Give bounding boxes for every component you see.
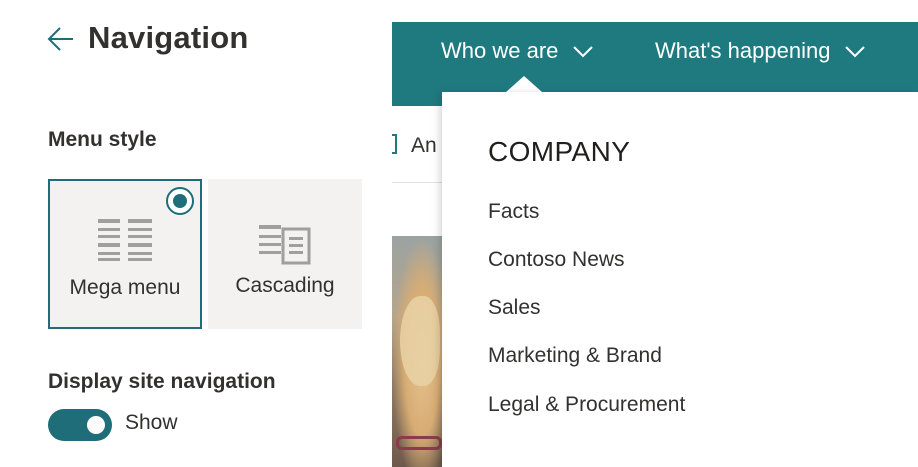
hero-image-detail — [400, 296, 440, 386]
hero-image-detail — [396, 436, 442, 450]
dropdown-link-contoso-news[interactable]: Contoso News — [488, 248, 625, 272]
cascading-label: Cascading — [235, 274, 335, 297]
mega-menu-icon — [98, 219, 152, 261]
show-navigation-toggle[interactable] — [48, 409, 112, 441]
nav-item-who-we-are[interactable]: Who we are — [441, 38, 594, 64]
display-site-navigation-label: Display site navigation — [48, 370, 276, 393]
dropdown-heading: COMPANY — [488, 136, 631, 167]
navigation-settings-panel: Navigation Menu style Mega menu Cascadin… — [0, 0, 392, 467]
back-button[interactable] — [46, 24, 76, 54]
arrow-left-icon — [47, 27, 73, 51]
subbar-text[interactable]: An — [411, 134, 437, 158]
dropdown-link-marketing-brand[interactable]: Marketing & Brand — [488, 344, 662, 368]
panel-title: Navigation — [88, 20, 249, 55]
mega-menu-option[interactable]: Mega menu — [48, 179, 202, 329]
site-preview: Who we are What's happening An COMPANY F… — [392, 0, 918, 467]
nav-item-label: What's happening — [655, 38, 831, 63]
chevron-down-icon — [845, 46, 866, 58]
dropdown-link-facts[interactable]: Facts — [488, 200, 539, 224]
nav-item-label: Who we are — [441, 38, 559, 63]
cascading-icon — [259, 225, 311, 265]
chevron-down-icon — [573, 46, 594, 58]
mega-menu-label: Mega menu — [69, 276, 181, 299]
toggle-label: Show — [125, 411, 178, 434]
dropdown-link-sales[interactable]: Sales — [488, 296, 541, 320]
dropdown-link-legal-procurement[interactable]: Legal & Procurement — [488, 393, 685, 417]
cascading-option[interactable]: Cascading — [208, 179, 362, 329]
dropdown-caret — [506, 76, 542, 92]
selected-radio[interactable] — [166, 187, 194, 215]
nav-item-whats-happening[interactable]: What's happening — [655, 38, 866, 64]
page-icon — [392, 134, 397, 154]
toggle-knob — [87, 416, 105, 434]
mega-menu-dropdown: COMPANY Facts Contoso News Sales Marketi… — [442, 92, 918, 467]
menu-style-label: Menu style — [48, 128, 157, 151]
